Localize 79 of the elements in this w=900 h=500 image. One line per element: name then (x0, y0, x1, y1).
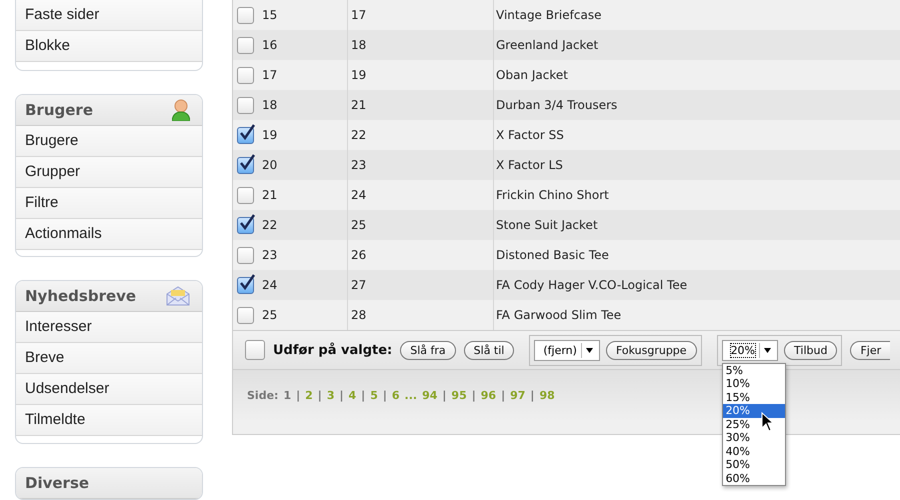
action-button[interactable]: Tilbud (784, 340, 838, 360)
pager-separator: | (318, 388, 322, 402)
row-number: 23 (262, 248, 278, 262)
panel-title: Diverse (25, 474, 90, 492)
action-label: Udfør på valgte: (273, 342, 392, 358)
checkbox[interactable] (237, 186, 254, 204)
action-button[interactable]: Slå fra (400, 340, 456, 360)
checkbox[interactable] (237, 306, 254, 324)
dropdown-option[interactable]: 30% (722, 431, 785, 444)
table-cell-text: Greenland Jacket (495, 38, 598, 52)
row-number: 25 (262, 308, 278, 322)
row-number: 19 (262, 128, 278, 142)
dropdown-option[interactable]: 60% (722, 472, 785, 485)
panel-title: Brugere (25, 100, 93, 119)
dropdown-option[interactable]: 10% (722, 377, 785, 390)
sidebar-item[interactable]: Breve (16, 343, 202, 374)
action-button[interactable]: Fokusgruppe (606, 340, 697, 360)
row-number: 21 (262, 188, 278, 202)
table-cell-text: Vintage Briefcase (495, 8, 602, 22)
select-field[interactable]: 20% (722, 340, 778, 360)
row-number: 16 (262, 38, 278, 52)
row-number: 22 (262, 218, 278, 232)
table-cell-text: FA Garwood Slim Tee (495, 308, 622, 322)
dropdown-option[interactable]: 5% (722, 364, 785, 377)
table-cell-text: X Factor SS (495, 128, 564, 142)
page-link[interactable]: 1 (283, 388, 292, 402)
checkbox[interactable] (237, 276, 254, 294)
sidebar-item[interactable]: Faste sider (16, 0, 202, 31)
select-all-checkbox[interactable] (245, 340, 265, 360)
sidebar-item[interactable]: Actionmails (16, 218, 202, 250)
dropdown-option[interactable]: 40% (722, 444, 785, 458)
dropdown-option[interactable]: 15% (722, 390, 785, 404)
pager-label: Side: (247, 388, 278, 402)
select-field[interactable]: (fjern) (534, 340, 600, 360)
pager-separator: | (442, 388, 446, 402)
checkbox[interactable] (237, 126, 254, 144)
sidebar-item[interactable]: Udsendelser (16, 374, 202, 406)
row-number: 18 (262, 98, 278, 112)
checkbox[interactable] (237, 96, 254, 114)
checkbox[interactable] (237, 246, 254, 264)
sidebar-item[interactable]: Tilmeldte (16, 405, 202, 436)
sidebar-item[interactable]: Grupper (16, 156, 202, 188)
dropdown-option[interactable]: 25% (722, 418, 785, 431)
sidebar-item[interactable]: Blokke (16, 31, 202, 62)
table-cell-text: X Factor LS (495, 158, 563, 172)
cursor-icon (760, 412, 775, 432)
dropdown-option[interactable]: 20% (722, 404, 785, 418)
checkbox[interactable] (237, 6, 254, 24)
row-number: 24 (262, 278, 278, 292)
action-button[interactable]: Slå til (464, 340, 514, 360)
pager-separator: | (530, 388, 534, 402)
pager-ellipsis: ... (404, 388, 418, 402)
row-number: 17 (262, 68, 278, 82)
table-cell-text: Stone Suit Jacket (495, 218, 598, 232)
row-number: 15 (262, 8, 278, 22)
table-cell-text: Frickin Chino Short (495, 188, 609, 202)
user-icon (172, 98, 190, 121)
checkbox[interactable] (237, 36, 254, 54)
pager-separator: | (339, 388, 344, 402)
checkbox[interactable] (237, 156, 254, 174)
sidebar-item[interactable]: Filtre (16, 188, 202, 219)
table-cell-text: Oban Jacket (495, 68, 568, 82)
row-number: 20 (262, 158, 278, 172)
sidebar-item[interactable]: Brugere (16, 126, 202, 157)
pager-separator: | (382, 388, 387, 402)
dropdown-option[interactable]: 50% (722, 458, 785, 472)
action-button[interactable]: Fjer (850, 340, 890, 360)
panel-title: Nyhedsbreve (25, 287, 136, 306)
pager-separator: | (361, 388, 366, 402)
pager-separator: | (296, 388, 300, 402)
checkbox[interactable] (237, 216, 254, 234)
sidebar-item[interactable]: Interesser (16, 312, 202, 344)
pager-separator: | (501, 388, 506, 402)
table-cell-text: FA Cody Hager V.CO-Logical Tee (495, 278, 688, 292)
checkbox[interactable] (237, 66, 254, 84)
table-cell-text: Durban 3/4 Trousers (495, 98, 618, 112)
pager-separator: | (472, 388, 476, 402)
table-cell-text: Distoned Basic Tee (495, 248, 609, 262)
envelope-icon (166, 286, 190, 306)
